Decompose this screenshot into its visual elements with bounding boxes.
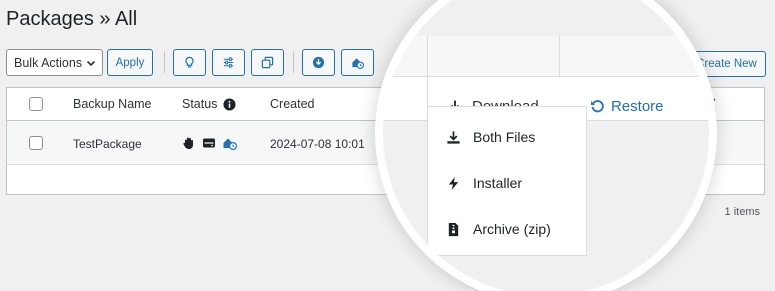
storage-icon — [203, 138, 215, 148]
apply-label: Apply — [115, 56, 145, 69]
items-count: 1 items — [724, 206, 760, 218]
row-checkbox[interactable] — [29, 136, 43, 150]
page-title: Packages » All — [6, 8, 138, 30]
created-date: 2024-07-08 10:01 — [270, 137, 365, 151]
import-button[interactable] — [302, 49, 335, 76]
menu-item-installer[interactable]: Installer — [428, 161, 588, 205]
info-icon[interactable] — [223, 98, 236, 111]
apply-button[interactable]: Apply — [107, 49, 153, 76]
download-icon — [447, 130, 460, 144]
bulk-actions-label: Bulk Actions — [14, 55, 83, 70]
zoomed-action-bar — [383, 36, 709, 77]
copy-button[interactable] — [251, 49, 284, 76]
menu-item-both-files[interactable]: Both Files — [428, 115, 588, 159]
recovery-button[interactable] — [341, 49, 374, 76]
restore-label: Restore — [611, 98, 664, 115]
menu-item-label: Archive (zip) — [473, 221, 551, 237]
chevron-down-icon — [86, 60, 96, 67]
bolt-icon — [448, 176, 459, 190]
toolbar-divider — [164, 51, 165, 73]
hint-button[interactable] — [173, 49, 206, 76]
toolbar-divider — [293, 51, 294, 73]
restore-icon — [591, 100, 604, 113]
copy-icon — [261, 56, 274, 69]
menu-item-archive-zip[interactable]: Archive (zip) — [428, 207, 588, 251]
magnifier-zoom: Download Restore Both Files Installer Ar… — [383, 0, 709, 291]
backup-name: TestPackage — [73, 137, 142, 151]
home-clock-icon — [352, 58, 364, 69]
menu-item-label: Installer — [473, 175, 523, 191]
lightbulb-icon — [185, 56, 194, 68]
column-created[interactable]: Created — [270, 97, 314, 111]
download-dropdown-menu: Both Files Installer Archive (zip) — [427, 106, 587, 256]
divider — [559, 36, 560, 77]
menu-item-label: Both Files — [473, 129, 536, 145]
bulk-actions-select[interactable]: Bulk Actions — [6, 49, 103, 76]
settings-button[interactable] — [212, 49, 245, 76]
zip-file-icon — [448, 222, 459, 236]
download-circle-icon — [312, 56, 325, 69]
restore-button[interactable]: Restore — [590, 98, 664, 115]
column-status: Status — [182, 97, 218, 111]
hand-icon — [183, 137, 193, 149]
home-clock-icon — [223, 138, 237, 150]
column-backup-name[interactable]: Backup Name — [73, 97, 152, 111]
select-all-checkbox[interactable] — [29, 97, 43, 111]
sliders-icon — [223, 57, 234, 68]
